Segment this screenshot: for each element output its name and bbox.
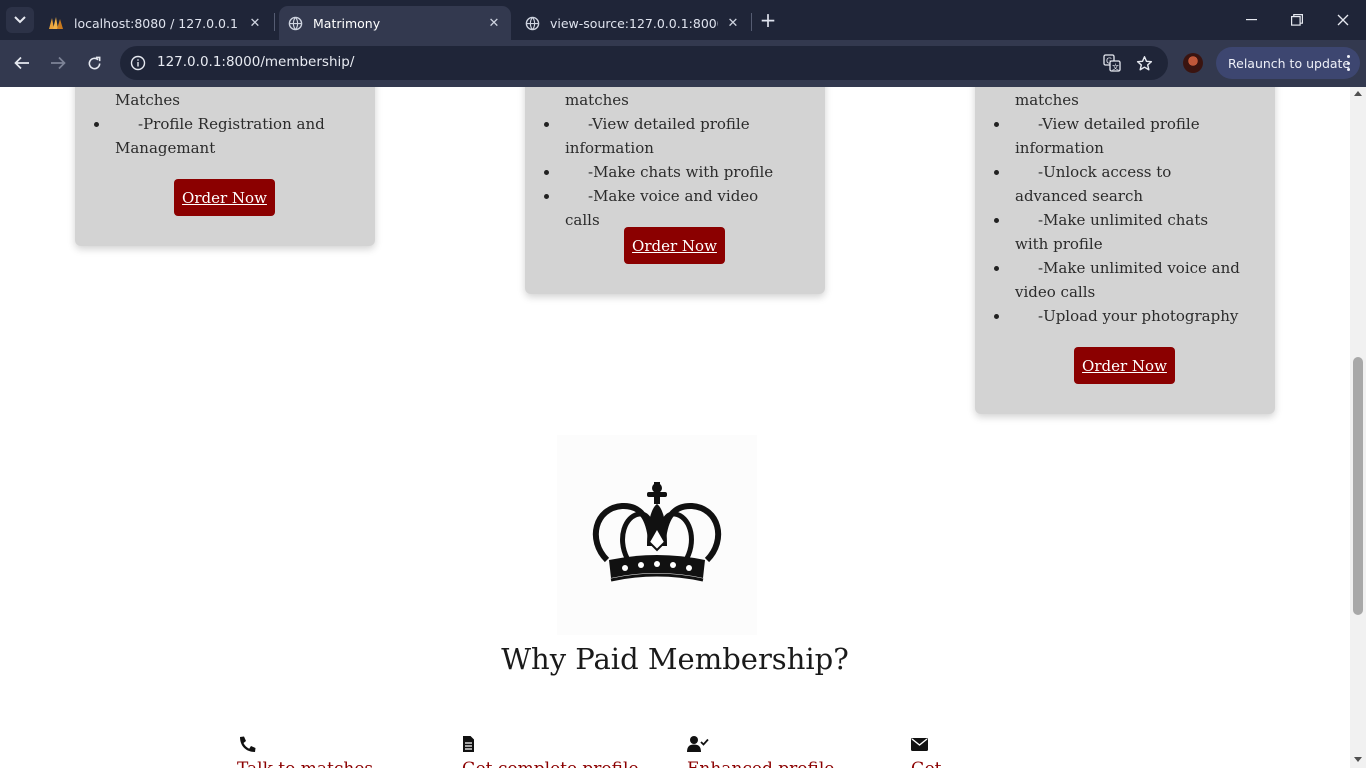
arrow-right-icon [51,56,66,70]
feature-label[interactable]: Get [911,759,941,768]
plan-partial-text: matches [1015,91,1079,109]
user-check-icon [687,736,709,752]
phpmyadmin-icon [48,15,64,31]
url-host: 127.0.0.1 [157,54,222,70]
minimize-icon [1245,19,1257,21]
tab-search-button[interactable] [6,7,34,33]
new-tab-button[interactable]: + [755,8,781,32]
bookmark-star-icon[interactable] [1132,52,1156,74]
close-tab-icon[interactable]: ✕ [724,14,742,32]
plan-feature: -Make unlimited chats with profile [994,208,1240,256]
plan-card-basic: Matches -Profile Registration and Manage… [75,87,375,246]
address-bar[interactable]: 127.0.0.1:8000/membership/ G文 [120,46,1168,80]
phone-icon [240,736,256,752]
plan-partial-text: Matches [115,91,180,109]
plan-feature: -Upload your photography [994,304,1240,328]
reload-button[interactable] [80,50,108,76]
close-window-button[interactable] [1320,0,1366,40]
feature-label[interactable]: Enhanced profile [687,759,834,768]
tab-view-source[interactable]: view-source:127.0.0.1:8000/read ✕ [516,6,748,40]
tab-bar: localhost:8080 / 127.0.0.1 / db / ✕ Matr… [0,0,1366,40]
plan-card-premium: matches -View detailed profile informati… [975,87,1275,414]
plan-partial-text: matches [565,91,629,109]
tab-title: Matrimony [313,15,381,31]
plan-feature-list: -Profile Registration and Managemant [94,112,340,160]
chevron-down-icon [14,16,26,24]
close-tab-icon[interactable]: ✕ [246,14,264,32]
plan-feature-list: -View detailed profile information -Unlo… [994,112,1240,328]
crown-image [557,435,757,635]
site-info-icon[interactable] [128,53,148,73]
why-membership-title: Why Paid Membership? [501,642,849,676]
order-now-button[interactable]: Order Now [624,227,725,264]
order-now-button[interactable]: Order Now [174,179,275,216]
close-tab-icon[interactable]: ✕ [485,14,503,32]
globe-icon [287,15,303,31]
envelope-icon [911,738,928,751]
back-button[interactable] [8,50,36,76]
close-icon [1337,14,1349,26]
tab-matrimony[interactable]: Matrimony ✕ [279,6,511,40]
tab-title: localhost:8080 / 127.0.0.1 / db / [74,15,240,31]
relaunch-label: Relaunch to update [1228,55,1351,71]
crown-icon [592,482,722,582]
browser-toolbar: 127.0.0.1:8000/membership/ G文 Relaunch t… [0,40,1366,87]
profile-avatar[interactable] [1183,53,1203,73]
plan-feature: -View detailed profile information [544,112,790,160]
page-scrollbar[interactable] [1350,87,1366,768]
minimize-button[interactable] [1228,0,1274,40]
url-text[interactable]: 127.0.0.1:8000/membership/ [157,54,354,70]
restore-button[interactable] [1274,0,1320,40]
reload-icon [88,56,100,69]
plan-feature: -Make voice and video calls [544,184,790,232]
plan-card-standard: matches -View detailed profile informati… [525,87,825,294]
plan-feature: -Profile Registration and Managemant [94,112,340,160]
scroll-thumb[interactable] [1353,357,1363,615]
url-path: :8000/membership/ [221,54,355,70]
tab-divider [274,13,275,31]
forward-button[interactable] [44,50,72,76]
arrow-left-icon [14,56,29,70]
feature-label[interactable]: Talk to matches [237,759,373,768]
feature-label[interactable]: Get complete profile [462,759,639,768]
tab-phpmyadmin[interactable]: localhost:8080 / 127.0.0.1 / db / ✕ [40,6,270,40]
plan-feature: -Make unlimited voice and video calls [994,256,1240,304]
plan-feature: -Make chats with profile [544,160,790,184]
scroll-down-arrow-icon[interactable] [1354,757,1362,762]
scroll-up-arrow-icon[interactable] [1354,91,1362,96]
document-icon [463,736,474,752]
svg-text:文: 文 [1112,63,1119,72]
globe-icon [524,15,540,31]
more-menu-icon[interactable] [1346,55,1350,71]
translate-icon[interactable]: G文 [1100,52,1124,74]
page-viewport: Matches -Profile Registration and Manage… [0,87,1350,768]
plan-feature: -Unlock access to advanced search [994,160,1240,208]
tab-title: view-source:127.0.0.1:8000/read [550,15,718,31]
tab-divider [751,13,752,31]
restore-icon [1291,14,1303,26]
plan-feature-list: -View detailed profile information -Make… [544,112,790,232]
plan-feature: -View detailed profile information [994,112,1240,160]
order-now-button[interactable]: Order Now [1074,347,1175,384]
relaunch-button[interactable]: Relaunch to update [1216,47,1360,79]
